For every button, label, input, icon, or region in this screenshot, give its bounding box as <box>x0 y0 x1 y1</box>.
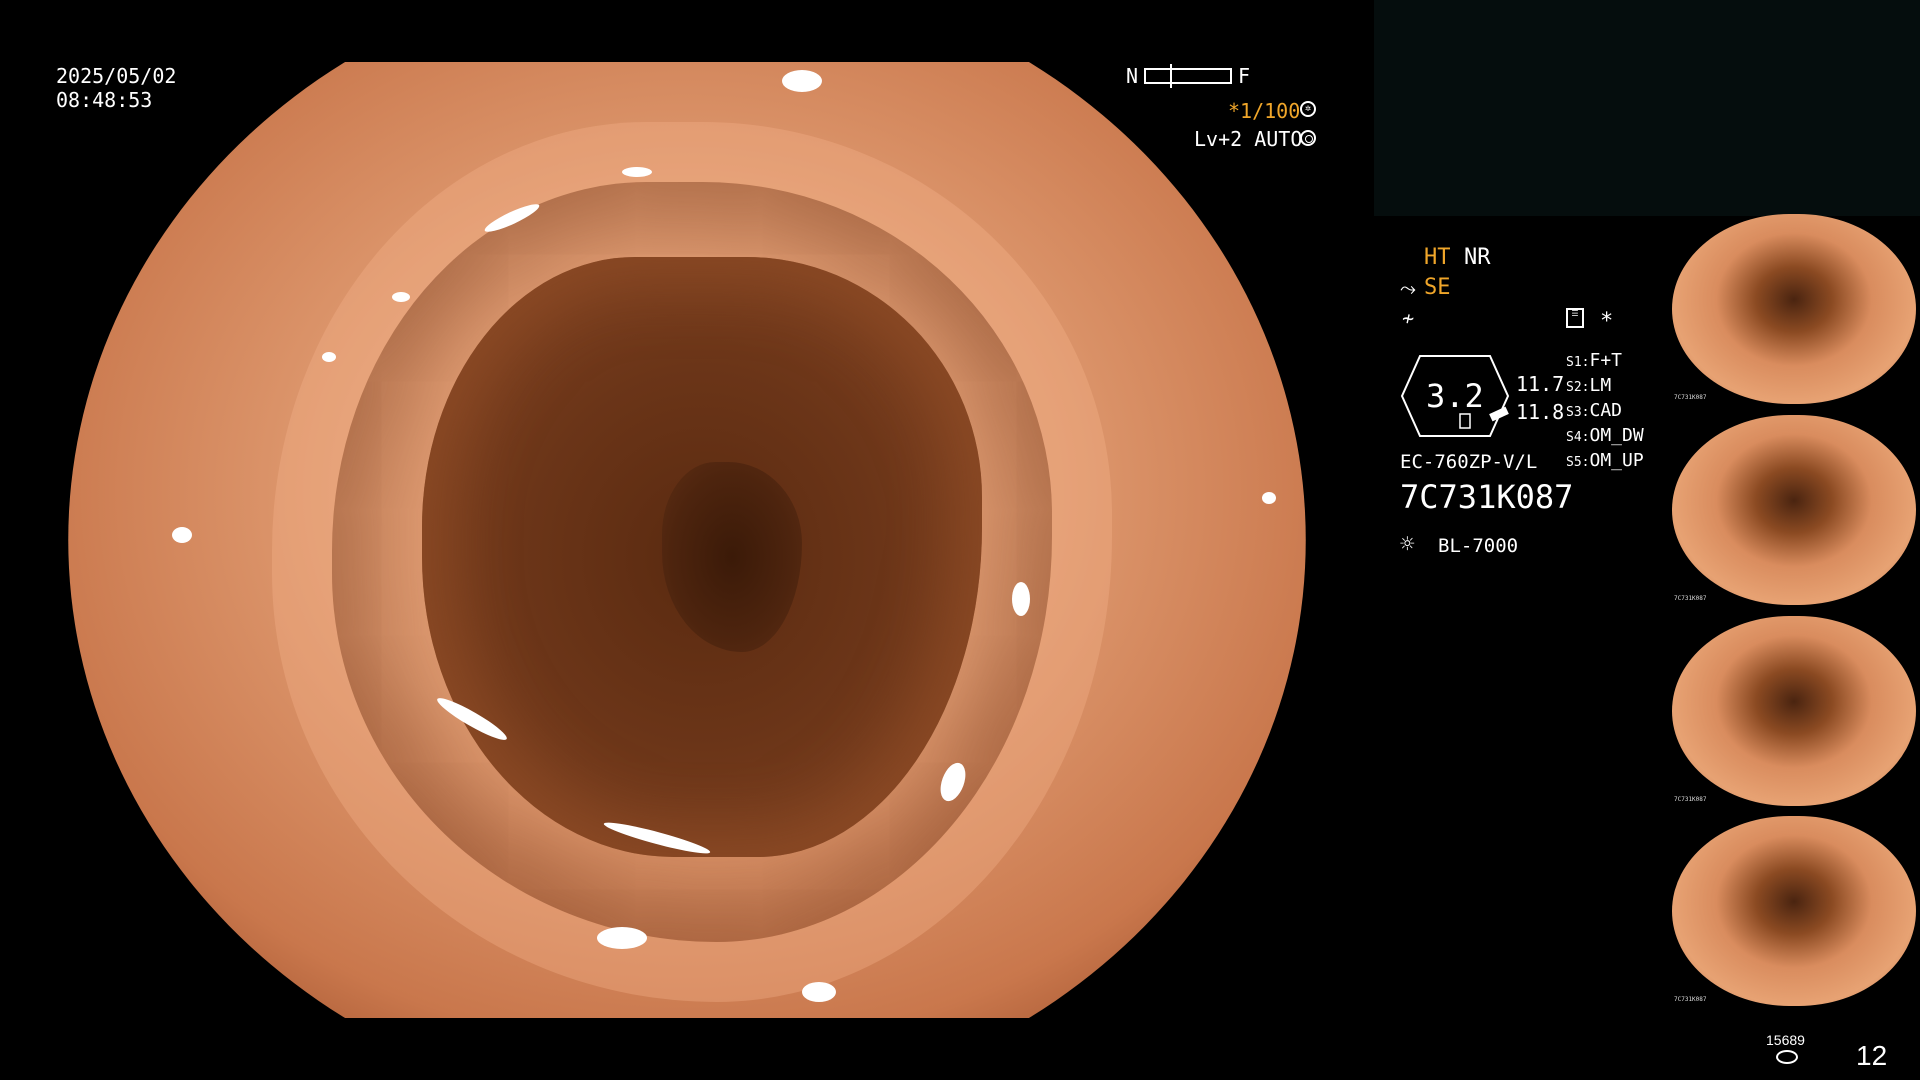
asterisk-label: * <box>1600 309 1614 334</box>
switch-row: S1:F+T <box>1566 350 1622 371</box>
thumbnail[interactable]: 7C731K087 <box>1672 415 1916 605</box>
auto-iris-icon <box>1300 130 1316 146</box>
light-source-label: BL-7000 <box>1438 535 1519 557</box>
switch-row: S4:OM_DW <box>1566 425 1644 446</box>
structure-icon: ☰ <box>1566 308 1584 328</box>
specular-highlight <box>172 527 192 543</box>
light-source-icon: ☼ <box>1400 530 1415 558</box>
shutter-label: *1/100 <box>1228 99 1301 123</box>
specular-highlight <box>782 70 822 92</box>
time-label: 08:48:53 <box>56 88 153 112</box>
specular-highlight <box>392 292 410 302</box>
ht-label: HT <box>1424 245 1451 270</box>
far-label: F <box>1238 64 1251 88</box>
focus-bar <box>1144 64 1232 88</box>
switch-row: S3:CAD <box>1566 400 1622 421</box>
switch-row: S5:OM_UP <box>1566 450 1644 471</box>
switch-list: S1:F+T S2:LM S3:CAD S4:OM_DW S5:OM_UP <box>1566 350 1644 475</box>
storage-count: 15689 <box>1766 1032 1805 1048</box>
se-icon: ⤳ <box>1400 276 1416 300</box>
info-panel <box>1374 0 1920 216</box>
thumbnail[interactable]: 7C731K087 <box>1672 616 1916 806</box>
near-label: N <box>1126 64 1139 88</box>
endoscope-view <box>68 62 1306 1018</box>
storage-icon <box>1776 1050 1798 1064</box>
date-label: 2025/05/02 <box>56 64 177 88</box>
se-label: SE <box>1424 275 1451 300</box>
range-top: 11.7 <box>1516 372 1565 396</box>
switch-row: S2:LM <box>1566 375 1612 396</box>
thumbnail[interactable]: 7C731K087 <box>1672 816 1916 1006</box>
nr-label: NR <box>1464 245 1491 270</box>
emphasis-icon: ≁ <box>1402 306 1415 330</box>
specular-highlight <box>802 982 836 1002</box>
capture-count: 12 <box>1856 1040 1888 1071</box>
range-bottom: 11.8 <box>1516 400 1565 424</box>
specular-highlight <box>1262 492 1276 504</box>
scope-model: EC-760ZP-V/L <box>1400 451 1538 473</box>
specular-highlight <box>1012 582 1030 616</box>
specular-highlight <box>622 167 652 177</box>
specular-highlight <box>597 927 647 949</box>
specular-highlight <box>322 352 336 362</box>
light-value: 3.2 <box>1426 377 1484 415</box>
iris-icon: ✲ <box>1300 101 1316 117</box>
level-label: Lv+2 AUTO <box>1194 127 1303 151</box>
thumbnail[interactable]: 7C731K087 <box>1672 214 1916 404</box>
scope-serial: 7C731K087 <box>1400 478 1574 516</box>
